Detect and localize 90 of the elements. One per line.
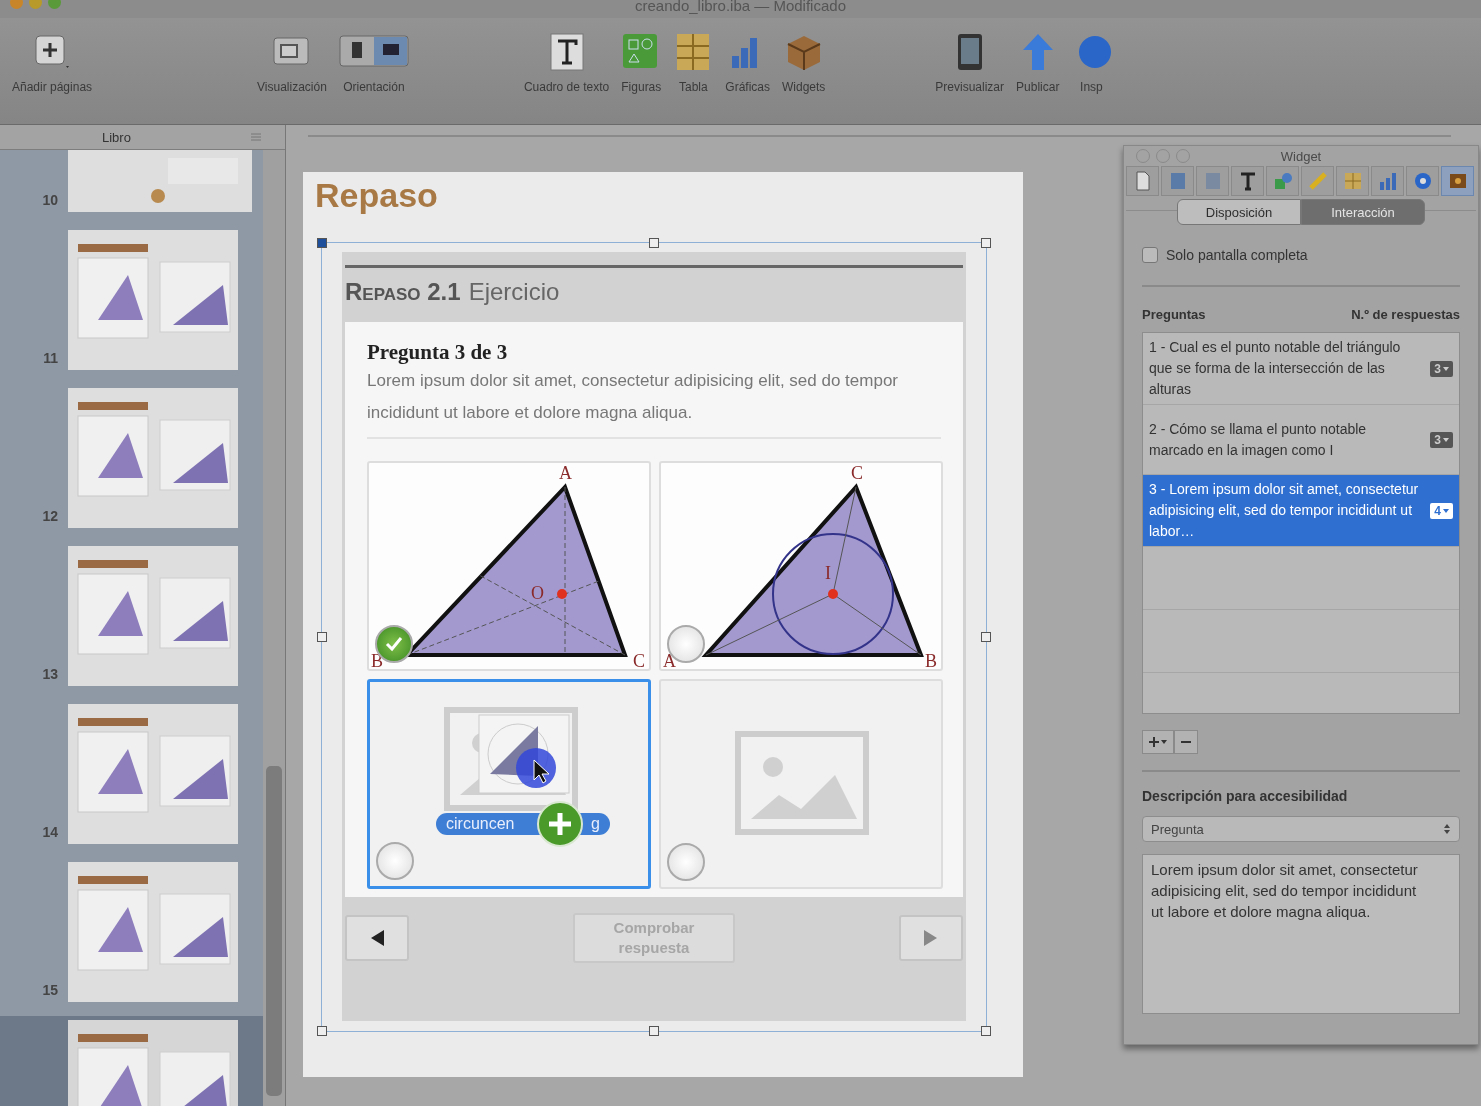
- remove-button[interactable]: [1174, 730, 1198, 754]
- page-thumbnail[interactable]: [68, 150, 252, 212]
- question-title: Pregunta 3 de 3: [367, 340, 509, 365]
- resize-handle[interactable]: [981, 238, 991, 248]
- checkbox-label: Solo pantalla completa: [1166, 247, 1308, 263]
- point-label: B: [925, 651, 937, 669]
- resize-handle[interactable]: [649, 238, 659, 248]
- add-button[interactable]: [1142, 730, 1174, 754]
- resize-handle[interactable]: [981, 1026, 991, 1036]
- answer-option[interactable]: circuncen g: [367, 679, 651, 889]
- page-number: 10: [41, 192, 58, 210]
- point-label: B: [371, 651, 383, 669]
- question-row-text: 2 - Cómo se llama el punto notable marcado en la imagen como I: [1149, 419, 1368, 460]
- page-number: 12: [41, 508, 58, 526]
- page-thumbnail[interactable]: [68, 230, 238, 370]
- right-triangle-icon: [923, 929, 939, 947]
- toolbar-button[interactable]: Gráficas: [725, 32, 770, 94]
- point-label: C: [633, 651, 645, 669]
- resize-handle[interactable]: [317, 632, 327, 642]
- sidebar-title: Libro: [102, 129, 131, 145]
- caret-icon: [1443, 437, 1449, 442]
- question-row[interactable]: 1 - Cual es el punto notable del triángulo que se forma de la intersección de las alturas 3: [1143, 333, 1459, 405]
- page-number: 13: [41, 666, 58, 684]
- previous-button[interactable]: [345, 915, 409, 961]
- left-triangle-icon: [369, 929, 385, 947]
- point-label: I: [825, 563, 831, 583]
- page-number: 11: [42, 350, 58, 368]
- inspector-tab[interactable]: [1406, 166, 1439, 196]
- section-label: Descripción para accesibilidad: [1142, 770, 1460, 804]
- inspector-tab[interactable]: [1126, 166, 1159, 196]
- minus-icon: [1181, 740, 1191, 744]
- checkbox[interactable]: [1142, 247, 1158, 263]
- toolbar-button[interactable]: Figuras: [621, 32, 662, 94]
- segment-tab[interactable]: Interacción: [1301, 199, 1425, 225]
- answer-count-dropdown[interactable]: 3: [1430, 360, 1453, 377]
- question-row[interactable]: 3 - Lorem ipsum dolor sit amet, consectetur adipisicing elit, sed do tempor incididunt ut labor… 4: [1143, 475, 1459, 547]
- answer-radio[interactable]: [667, 843, 705, 881]
- answer-count-dropdown[interactable]: 3: [1430, 431, 1453, 448]
- question-row-text: 1 - Cual es el punto notable del triángulo que se forma de la intersección de las alturas: [1149, 338, 1402, 399]
- stepper-icon: [1443, 823, 1451, 835]
- dropdown[interactable]: Pregunta: [1142, 816, 1460, 842]
- page-number: 15: [41, 982, 58, 1000]
- answer-radio[interactable]: [376, 842, 414, 880]
- page-thumbnail[interactable]: [68, 546, 238, 686]
- toolbar-button[interactable]: Orientación: [338, 32, 409, 94]
- toolbar-button[interactable]: Visualización: [257, 32, 327, 94]
- toolbar-button[interactable]: Widgets: [782, 32, 826, 94]
- toolbar-button[interactable]: Insp: [1071, 32, 1112, 94]
- caret-icon: [1443, 508, 1449, 513]
- toolbar-button[interactable]: Añadir páginas: [12, 32, 93, 94]
- answer-option[interactable]: C I A B: [659, 461, 943, 671]
- widget-label: Repaso 2.1: [345, 278, 461, 306]
- point-label: A: [559, 463, 572, 483]
- inspector-tab[interactable]: [1441, 166, 1474, 196]
- caret-icon: [1443, 366, 1449, 371]
- question-row-text: 3 - Lorem ipsum dolor sit amet, consectetur adipisicing elit, sed do tempor incididunt ut labor…: [1149, 480, 1420, 541]
- answer-count-dropdown[interactable]: 4: [1430, 502, 1453, 519]
- inspector-tab[interactable]: [1231, 166, 1264, 196]
- page-thumbnail[interactable]: [68, 704, 238, 844]
- question-text: Lorem ipsum dolor sit amet, consectetur adipisicing elit, sed do tempor incididunt ut labore et dolore magna aliqua.: [367, 365, 941, 439]
- resize-handle[interactable]: [649, 1026, 659, 1036]
- widget-caption: Ejercicio: [468, 278, 560, 306]
- check-icon: [385, 636, 403, 652]
- image-placeholder-icon: [735, 731, 869, 835]
- inspector-title: Widget: [1280, 148, 1322, 164]
- resize-handle[interactable]: [317, 238, 327, 248]
- answer-option[interactable]: A O B C: [367, 461, 651, 671]
- toolbar-button[interactable]: Previsualizar: [935, 32, 1005, 94]
- scrollbar-thumb[interactable]: [266, 766, 282, 1096]
- resize-handle[interactable]: [981, 632, 991, 642]
- drag-label-text: g: [591, 815, 600, 833]
- segment-tab[interactable]: Disposición: [1177, 199, 1301, 225]
- point-label: A: [663, 651, 676, 669]
- toolbar-button[interactable]: Publicar: [1016, 32, 1060, 94]
- next-button[interactable]: [899, 915, 963, 961]
- toolbar-button[interactable]: Cuadro de texto: [523, 32, 610, 94]
- point-label: C: [851, 463, 863, 483]
- toolbar-button[interactable]: Tabla: [673, 32, 714, 94]
- add-menu-icon: [1149, 736, 1167, 748]
- column-header: N.º de respuestas: [1351, 307, 1460, 322]
- point-label: O: [531, 583, 544, 603]
- column-header: Preguntas: [1142, 307, 1206, 322]
- description-field[interactable]: Lorem ipsum dolor sit amet, consectetur adipisicing elit, sed do tempor incididunt ut labore et dolore magna aliqua.: [1142, 854, 1460, 1014]
- page-number: 14: [41, 824, 58, 842]
- add-badge-icon: [536, 800, 584, 848]
- page-title: Repaso: [315, 176, 439, 216]
- page-thumbnail[interactable]: [68, 388, 238, 528]
- page-thumbnail[interactable]: [68, 862, 238, 1002]
- resize-handle[interactable]: [317, 1026, 327, 1036]
- drag-label-text: circuncen: [446, 815, 515, 833]
